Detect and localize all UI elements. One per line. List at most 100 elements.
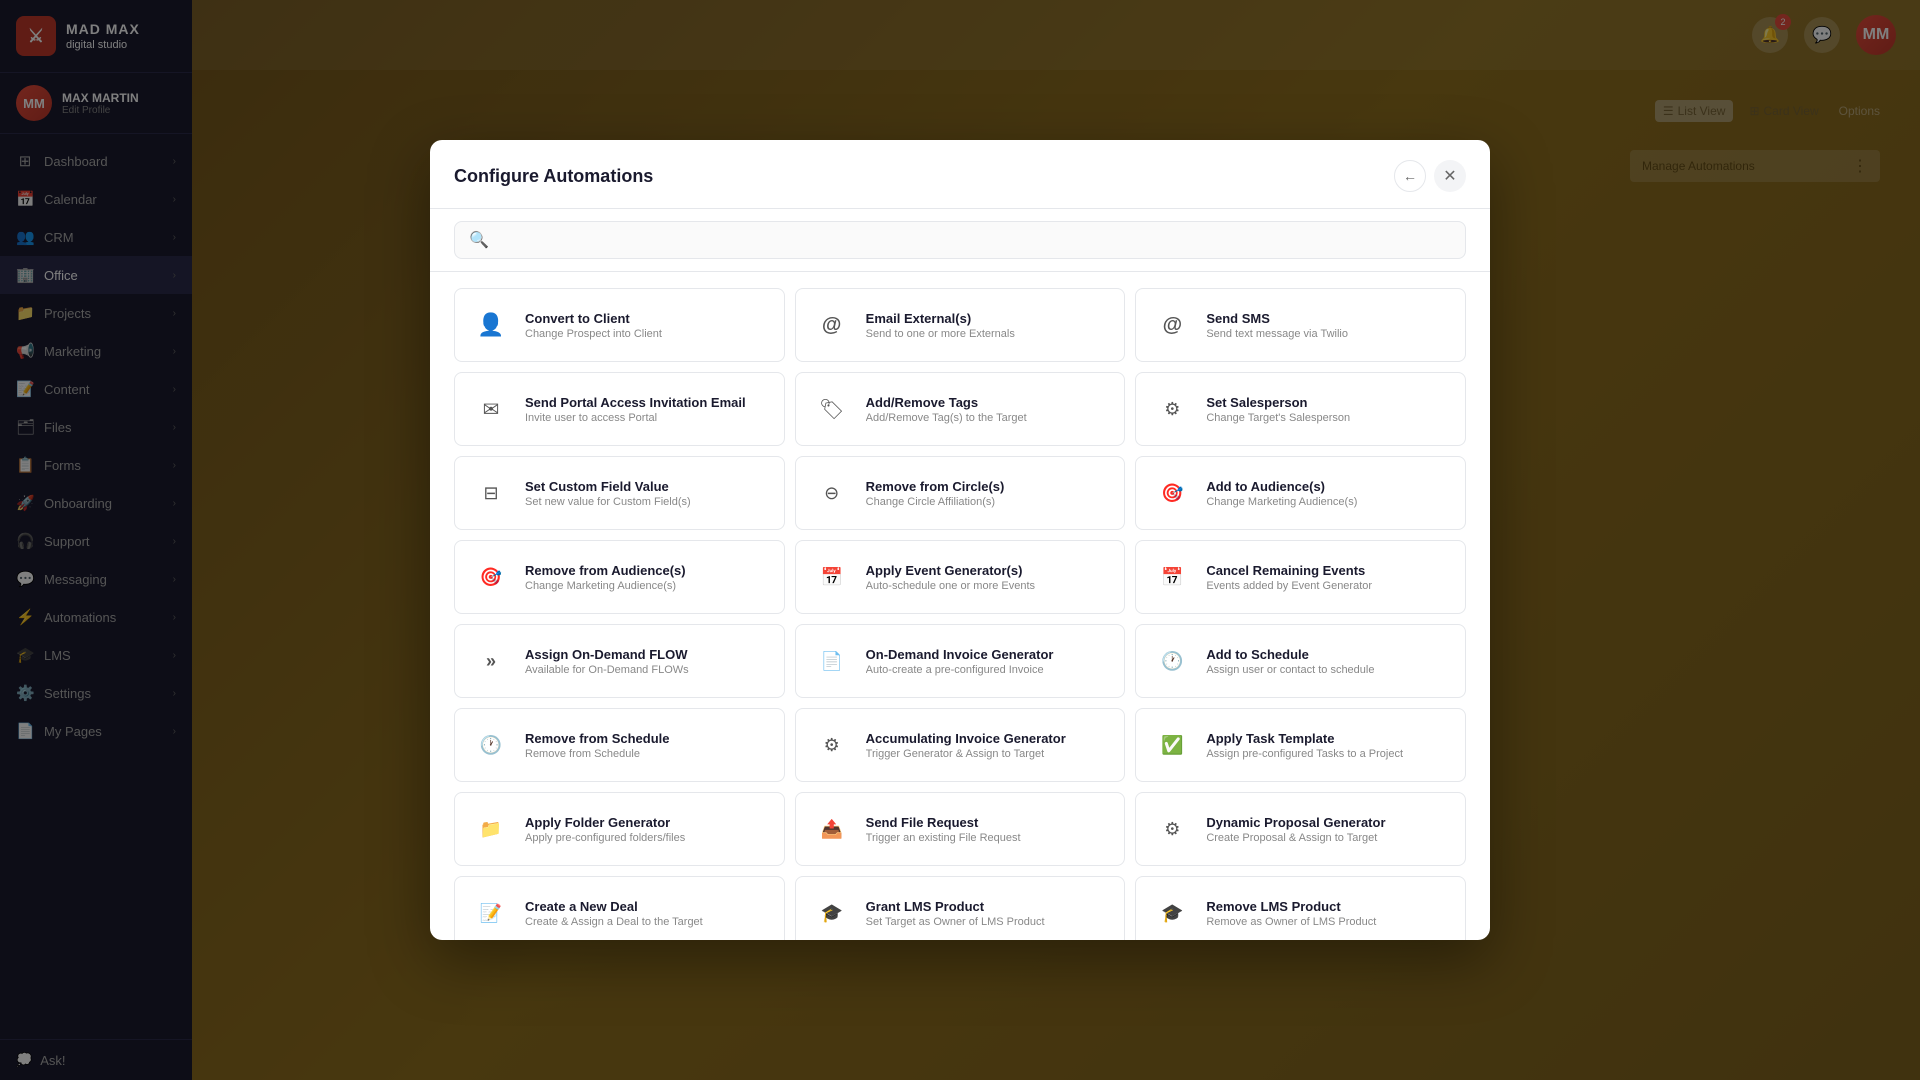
card-title-apply-task-template: Apply Task Template xyxy=(1206,731,1449,746)
automation-card-add-to-audiences[interactable]: 🎯 Add to Audience(s) Change Marketing Au… xyxy=(1135,456,1466,530)
automation-card-grant-lms-product[interactable]: 🎓 Grant LMS Product Set Target as Owner … xyxy=(795,876,1126,940)
card-text-remove-from-schedule: Remove from Schedule Remove from Schedul… xyxy=(525,731,768,760)
card-title-accumulating-invoice-generator: Accumulating Invoice Generator xyxy=(866,731,1109,746)
card-text-send-sms: Send SMS Send text message via Twilio xyxy=(1206,311,1449,340)
card-text-set-salesperson: Set Salesperson Change Target's Salesper… xyxy=(1206,395,1449,424)
card-icon-dynamic-proposal-generator: ⚙ xyxy=(1152,809,1192,849)
card-icon-remove-from-schedule: 🕐 xyxy=(471,725,511,765)
automation-card-apply-event-generator[interactable]: 📅 Apply Event Generator(s) Auto-schedule… xyxy=(795,540,1126,614)
card-icon-apply-folder-generator: 📁 xyxy=(471,809,511,849)
modal-body: 👤 Convert to Client Change Prospect into… xyxy=(430,272,1490,940)
card-desc-set-salesperson: Change Target's Salesperson xyxy=(1206,412,1449,424)
automation-card-on-demand-invoice-generator[interactable]: 📄 On-Demand Invoice Generator Auto-creat… xyxy=(795,624,1126,698)
card-desc-set-custom-field: Set new value for Custom Field(s) xyxy=(525,496,768,508)
card-text-send-file-request: Send File Request Trigger an existing Fi… xyxy=(866,815,1109,844)
card-text-remove-from-circle: Remove from Circle(s) Change Circle Affi… xyxy=(866,479,1109,508)
modal-back-button[interactable]: ← xyxy=(1394,160,1426,192)
automation-card-send-sms[interactable]: @ Send SMS Send text message via Twilio xyxy=(1135,288,1466,362)
card-desc-grant-lms-product: Set Target as Owner of LMS Product xyxy=(866,916,1109,928)
automation-card-dynamic-proposal-generator[interactable]: ⚙ Dynamic Proposal Generator Create Prop… xyxy=(1135,792,1466,866)
automation-card-remove-from-audiences[interactable]: 🎯 Remove from Audience(s) Change Marketi… xyxy=(454,540,785,614)
card-title-dynamic-proposal-generator: Dynamic Proposal Generator xyxy=(1206,815,1449,830)
card-icon-email-externals: @ xyxy=(812,305,852,345)
card-text-cancel-remaining-events: Cancel Remaining Events Events added by … xyxy=(1206,563,1449,592)
card-title-set-salesperson: Set Salesperson xyxy=(1206,395,1449,410)
card-title-convert-to-client: Convert to Client xyxy=(525,311,768,326)
modal-close-button[interactable]: ✕ xyxy=(1434,160,1466,192)
card-text-grant-lms-product: Grant LMS Product Set Target as Owner of… xyxy=(866,899,1109,928)
automation-card-remove-lms-product[interactable]: 🎓 Remove LMS Product Remove as Owner of … xyxy=(1135,876,1466,940)
card-text-add-to-schedule: Add to Schedule Assign user or contact t… xyxy=(1206,647,1449,676)
card-desc-remove-from-audiences: Change Marketing Audience(s) xyxy=(525,580,768,592)
card-title-send-sms: Send SMS xyxy=(1206,311,1449,326)
card-icon-set-salesperson: ⚙ xyxy=(1152,389,1192,429)
card-title-set-custom-field: Set Custom Field Value xyxy=(525,479,768,494)
card-title-email-externals: Email External(s) xyxy=(866,311,1109,326)
card-text-set-custom-field: Set Custom Field Value Set new value for… xyxy=(525,479,768,508)
card-desc-add-remove-tags: Add/Remove Tag(s) to the Target xyxy=(866,412,1109,424)
card-desc-send-file-request: Trigger an existing File Request xyxy=(866,832,1109,844)
card-text-add-to-audiences: Add to Audience(s) Change Marketing Audi… xyxy=(1206,479,1449,508)
card-text-accumulating-invoice-generator: Accumulating Invoice Generator Trigger G… xyxy=(866,731,1109,760)
card-icon-create-new-deal: 📝 xyxy=(471,893,511,933)
card-text-on-demand-invoice-generator: On-Demand Invoice Generator Auto-create … xyxy=(866,647,1109,676)
card-icon-apply-task-template: ✅ xyxy=(1152,725,1192,765)
search-wrapper: 🔍 xyxy=(454,221,1466,259)
automation-card-apply-task-template[interactable]: ✅ Apply Task Template Assign pre-configu… xyxy=(1135,708,1466,782)
card-desc-dynamic-proposal-generator: Create Proposal & Assign to Target xyxy=(1206,832,1449,844)
card-desc-remove-from-schedule: Remove from Schedule xyxy=(525,748,768,760)
automation-card-add-to-schedule[interactable]: 🕐 Add to Schedule Assign user or contact… xyxy=(1135,624,1466,698)
card-title-on-demand-invoice-generator: On-Demand Invoice Generator xyxy=(866,647,1109,662)
card-desc-add-to-audiences: Change Marketing Audience(s) xyxy=(1206,496,1449,508)
automation-card-apply-folder-generator[interactable]: 📁 Apply Folder Generator Apply pre-confi… xyxy=(454,792,785,866)
card-icon-remove-lms-product: 🎓 xyxy=(1152,893,1192,933)
card-title-create-new-deal: Create a New Deal xyxy=(525,899,768,914)
card-icon-send-file-request: 📤 xyxy=(812,809,852,849)
card-title-send-portal-access: Send Portal Access Invitation Email xyxy=(525,395,768,410)
automation-card-accumulating-invoice-generator[interactable]: ⚙ Accumulating Invoice Generator Trigger… xyxy=(795,708,1126,782)
card-desc-send-portal-access: Invite user to access Portal xyxy=(525,412,768,424)
automation-card-add-remove-tags[interactable]: 🏷 Add/Remove Tags Add/Remove Tag(s) to t… xyxy=(795,372,1126,446)
card-desc-apply-folder-generator: Apply pre-configured folders/files xyxy=(525,832,768,844)
modal-header: Configure Automations ← ✕ xyxy=(430,140,1490,209)
automation-card-email-externals[interactable]: @ Email External(s) Send to one or more … xyxy=(795,288,1126,362)
card-text-email-externals: Email External(s) Send to one or more Ex… xyxy=(866,311,1109,340)
card-title-add-to-audiences: Add to Audience(s) xyxy=(1206,479,1449,494)
card-icon-convert-to-client: 👤 xyxy=(471,305,511,345)
card-icon-add-remove-tags: 🏷 xyxy=(812,389,852,429)
card-text-create-new-deal: Create a New Deal Create & Assign a Deal… xyxy=(525,899,768,928)
automation-card-remove-from-circle[interactable]: ⊖ Remove from Circle(s) Change Circle Af… xyxy=(795,456,1126,530)
card-icon-cancel-remaining-events: 📅 xyxy=(1152,557,1192,597)
modal-title: Configure Automations xyxy=(454,166,653,187)
modal-search-area: 🔍 xyxy=(430,209,1490,272)
automation-card-convert-to-client[interactable]: 👤 Convert to Client Change Prospect into… xyxy=(454,288,785,362)
card-icon-send-sms: @ xyxy=(1152,305,1192,345)
card-text-add-remove-tags: Add/Remove Tags Add/Remove Tag(s) to the… xyxy=(866,395,1109,424)
search-icon: 🔍 xyxy=(469,230,489,250)
card-text-assign-on-demand-flow: Assign On-Demand FLOW Available for On-D… xyxy=(525,647,768,676)
automation-card-remove-from-schedule[interactable]: 🕐 Remove from Schedule Remove from Sched… xyxy=(454,708,785,782)
automation-card-send-file-request[interactable]: 📤 Send File Request Trigger an existing … xyxy=(795,792,1126,866)
card-title-remove-lms-product: Remove LMS Product xyxy=(1206,899,1449,914)
card-desc-remove-lms-product: Remove as Owner of LMS Product xyxy=(1206,916,1449,928)
card-icon-add-to-audiences: 🎯 xyxy=(1152,473,1192,513)
search-input[interactable] xyxy=(499,232,1451,248)
card-desc-accumulating-invoice-generator: Trigger Generator & Assign to Target xyxy=(866,748,1109,760)
automation-card-set-custom-field[interactable]: ⊟ Set Custom Field Value Set new value f… xyxy=(454,456,785,530)
card-title-cancel-remaining-events: Cancel Remaining Events xyxy=(1206,563,1449,578)
automation-card-assign-on-demand-flow[interactable]: » Assign On-Demand FLOW Available for On… xyxy=(454,624,785,698)
card-icon-add-to-schedule: 🕐 xyxy=(1152,641,1192,681)
card-text-convert-to-client: Convert to Client Change Prospect into C… xyxy=(525,311,768,340)
card-text-remove-lms-product: Remove LMS Product Remove as Owner of LM… xyxy=(1206,899,1449,928)
card-title-apply-folder-generator: Apply Folder Generator xyxy=(525,815,768,830)
card-icon-set-custom-field: ⊟ xyxy=(471,473,511,513)
automation-card-cancel-remaining-events[interactable]: 📅 Cancel Remaining Events Events added b… xyxy=(1135,540,1466,614)
automation-card-create-new-deal[interactable]: 📝 Create a New Deal Create & Assign a De… xyxy=(454,876,785,940)
automation-card-set-salesperson[interactable]: ⚙ Set Salesperson Change Target's Salesp… xyxy=(1135,372,1466,446)
automation-grid: 👤 Convert to Client Change Prospect into… xyxy=(454,288,1466,940)
card-title-add-remove-tags: Add/Remove Tags xyxy=(866,395,1109,410)
card-title-send-file-request: Send File Request xyxy=(866,815,1109,830)
card-icon-grant-lms-product: 🎓 xyxy=(812,893,852,933)
card-icon-accumulating-invoice-generator: ⚙ xyxy=(812,725,852,765)
automation-card-send-portal-access[interactable]: ✉ Send Portal Access Invitation Email In… xyxy=(454,372,785,446)
